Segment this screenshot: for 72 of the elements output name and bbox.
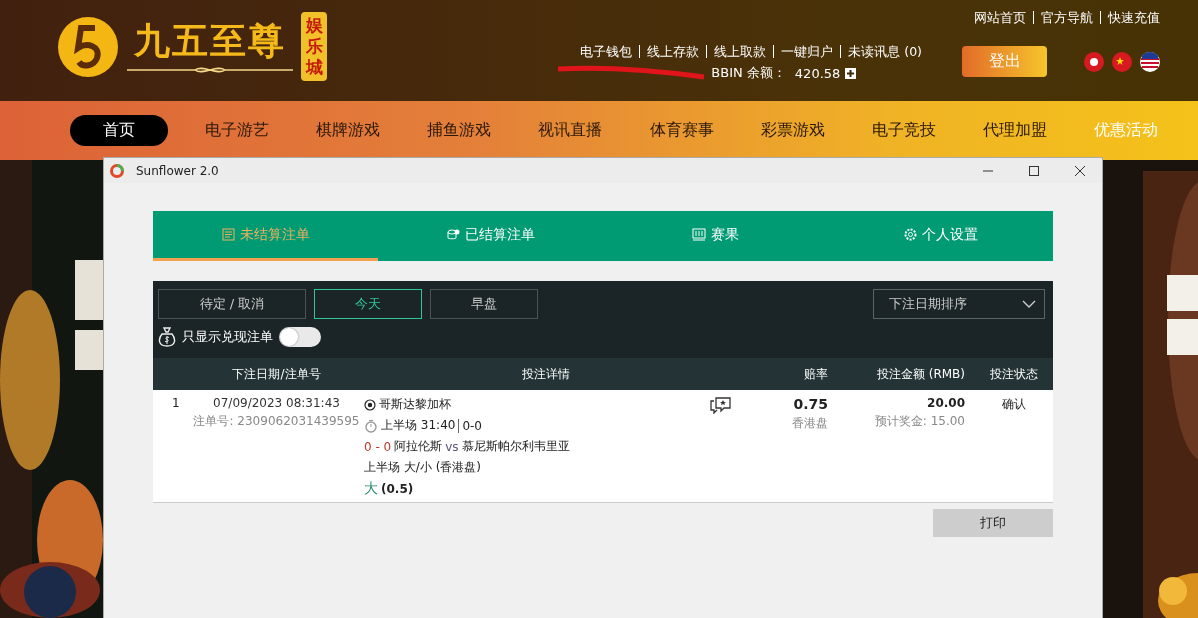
balance-value: 420.58 xyxy=(794,65,841,81)
account-link[interactable]: 电子钱包 xyxy=(580,45,640,58)
column-header: 投注金额 (RMB) xyxy=(875,365,966,383)
money-bag-icon xyxy=(158,326,176,348)
logo-title: 九五至尊 xyxy=(134,18,286,63)
top-link[interactable]: 快速充值 xyxy=(1100,11,1160,24)
column-header: 下注日期/注单号 xyxy=(231,365,322,383)
plus-icon[interactable] xyxy=(845,67,857,79)
top-link[interactable]: 官方导航 xyxy=(1033,11,1100,24)
stopwatch-icon xyxy=(364,418,378,433)
filter-button[interactable]: 早盘 xyxy=(430,289,538,319)
toggle-label: 只显示兑现注单 xyxy=(182,328,273,346)
window-title: Sunflower 2.0 xyxy=(136,163,219,178)
soccer-ball-icon xyxy=(364,398,376,411)
close-icon[interactable] xyxy=(1074,164,1086,177)
logo-icon xyxy=(57,15,119,78)
flag-icon[interactable] xyxy=(1084,51,1104,72)
nav-item[interactable]: 电子竞技 xyxy=(861,115,946,146)
tab[interactable]: 个人设置 xyxy=(828,211,1053,261)
top-link[interactable]: 网站首页 xyxy=(974,11,1033,24)
nav-item[interactable]: 彩票游戏 xyxy=(750,115,835,146)
tab[interactable]: 已结算注单 xyxy=(378,211,603,261)
chevron-down-icon xyxy=(1022,300,1036,308)
bet-line: (0.5) xyxy=(381,482,414,496)
account-link[interactable]: 未读讯息 (0) xyxy=(840,45,922,58)
nav-item[interactable]: 体育赛事 xyxy=(639,115,724,146)
estimated-payout: 预计奖金: 15.00 xyxy=(874,413,965,430)
nav-item[interactable]: 棋牌游戏 xyxy=(306,115,391,146)
stake-amount: 20.00 xyxy=(927,396,965,410)
app-icon xyxy=(110,163,124,178)
account-link[interactable]: 线上取款 xyxy=(706,45,774,58)
away-team: 慕尼斯帕尔利韦里亚 xyxy=(461,438,570,455)
current-score: 0 - 0 xyxy=(364,439,392,454)
flag-icon[interactable] xyxy=(1140,51,1160,72)
account-link[interactable]: 一键归户 xyxy=(773,45,841,58)
nav-item[interactable]: 首页 xyxy=(70,115,168,146)
versus-label: vs xyxy=(445,439,459,454)
tab[interactable]: 赛果 xyxy=(603,211,828,261)
odds-value: 0.75 xyxy=(793,396,828,412)
balance-label: BBIN 余额： xyxy=(711,64,786,82)
scoreboard-icon xyxy=(692,228,706,241)
column-header: 赔率 xyxy=(803,365,829,383)
bet-status: 确认 xyxy=(1002,396,1026,413)
row-number: 1 xyxy=(171,396,181,412)
account-link[interactable]: 线上存款 xyxy=(639,45,707,58)
coins-icon xyxy=(446,228,460,241)
bet-market: 上半场 大/小 (香港盘) xyxy=(364,459,483,476)
toggle-switch[interactable] xyxy=(279,327,321,347)
odds-type: 香港盘 xyxy=(792,415,828,432)
nav-item[interactable]: 电子游艺 xyxy=(195,115,280,146)
league-name: 哥斯达黎加杯 xyxy=(379,396,451,413)
home-team: 阿拉伦斯 xyxy=(394,438,443,455)
logo-badge: 娱乐城 xyxy=(301,12,327,81)
match-score: 0-0 xyxy=(458,418,482,433)
settings-icon xyxy=(903,228,917,241)
nav-item[interactable]: 代理加盟 xyxy=(972,115,1057,146)
sort-dropdown[interactable]: 下注日期排序 xyxy=(873,289,1045,319)
list-icon xyxy=(221,228,235,241)
filter-button[interactable]: 今天 xyxy=(314,289,422,319)
filter-button[interactable]: 待定 / 取消 xyxy=(158,289,306,319)
print-button[interactable]: 打印 xyxy=(933,509,1053,537)
column-header: 投注状态 xyxy=(989,365,1039,383)
nav-item[interactable]: 视讯直播 xyxy=(528,115,613,146)
nav-item[interactable]: 捕鱼游戏 xyxy=(417,115,502,146)
column-header: 投注详情 xyxy=(521,365,571,383)
chat-star-icon[interactable] xyxy=(710,396,732,414)
maximize-icon[interactable] xyxy=(1028,164,1040,177)
bet-pick: 大 xyxy=(364,480,378,498)
bet-date: 07/09/2023 08:31:43 xyxy=(213,396,340,410)
flag-icon[interactable] xyxy=(1112,51,1132,72)
match-period: 上半场 31:40 xyxy=(381,417,456,434)
bet-number: 注单号: 2309062031439595 xyxy=(193,413,360,430)
